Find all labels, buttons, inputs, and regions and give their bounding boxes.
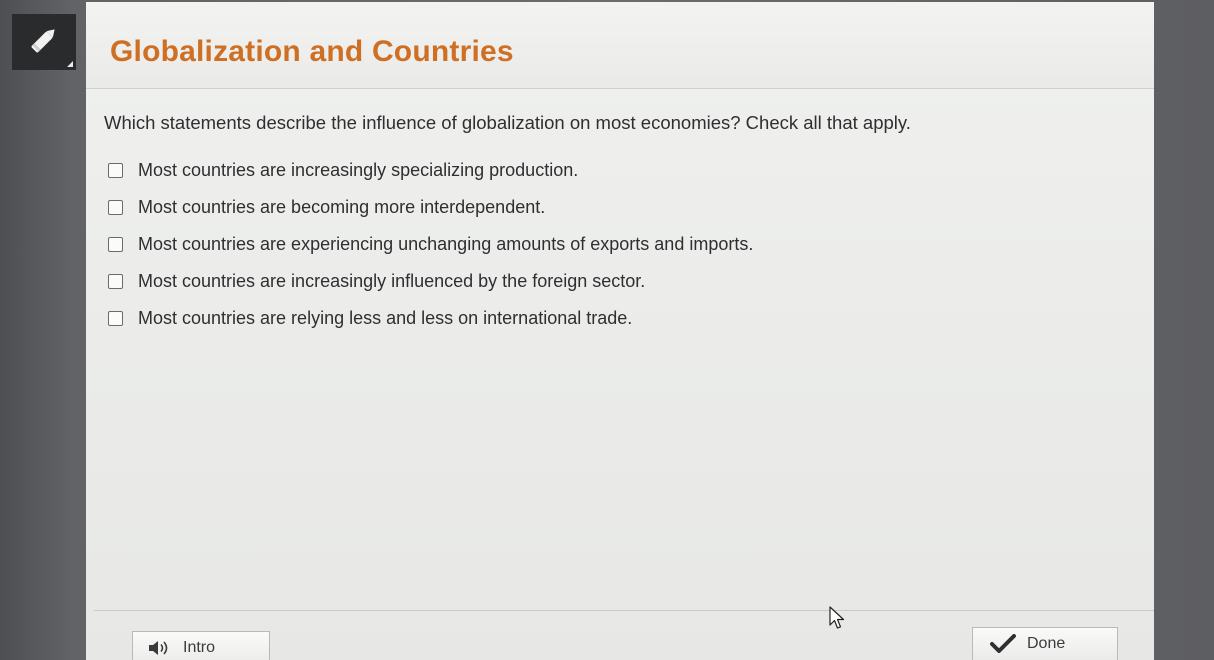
corner-mark [67, 61, 73, 67]
checkbox[interactable] [108, 163, 123, 178]
screen: Globalization and Countries Which statem… [0, 0, 1214, 660]
checkbox[interactable] [108, 311, 123, 326]
done-label: Done [1027, 635, 1066, 652]
checkbox[interactable] [108, 237, 123, 252]
page-title: Globalization and Countries [110, 35, 514, 68]
question-text: Which statements describe the influence … [104, 112, 911, 133]
option-label: Most countries are relying less and less… [138, 308, 633, 328]
option-label: Most countries are increasingly influenc… [138, 271, 646, 291]
option-less-trade[interactable]: Most countries are relying less and less… [108, 300, 753, 337]
option-foreign-sector[interactable]: Most countries are increasingly influenc… [108, 263, 753, 300]
intro-button[interactable]: Intro [132, 631, 270, 660]
checkbox[interactable] [108, 274, 123, 289]
done-button[interactable]: Done [972, 627, 1118, 660]
speaker-icon [147, 639, 173, 657]
activity-panel: Globalization and Countries Which statem… [86, 2, 1154, 660]
option-label: Most countries are increasingly speciali… [138, 160, 579, 180]
tool-badge[interactable] [12, 14, 76, 70]
option-label: Most countries are becoming more interde… [138, 197, 546, 217]
checkbox[interactable] [108, 200, 123, 215]
panel-header: Globalization and Countries [86, 2, 1154, 89]
option-specializing[interactable]: Most countries are increasingly speciali… [108, 152, 753, 189]
intro-label: Intro [183, 639, 216, 656]
option-unchanging-trade[interactable]: Most countries are experiencing unchangi… [108, 226, 753, 263]
options-list: Most countries are increasingly speciali… [108, 152, 753, 337]
pencil-icon [26, 22, 62, 63]
checkmark-icon [989, 634, 1017, 654]
option-label: Most countries are experiencing unchangi… [138, 234, 754, 254]
option-interdependent[interactable]: Most countries are becoming more interde… [108, 189, 753, 226]
footer-divider [94, 610, 1154, 611]
mouse-pointer-icon [828, 606, 846, 635]
